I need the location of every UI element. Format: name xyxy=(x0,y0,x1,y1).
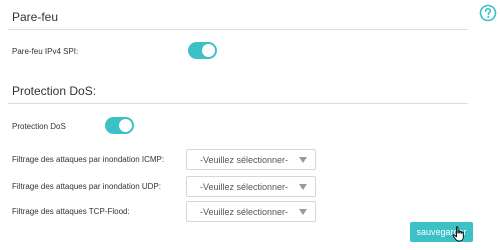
tcp-filter-select[interactable]: -Veuillez sélectionner- xyxy=(186,201,316,222)
udp-filter-label: Filtrage des attaques par inondation UDP… xyxy=(12,182,161,191)
dos-protection-toggle[interactable] xyxy=(105,117,134,134)
help-icon[interactable] xyxy=(479,4,497,22)
icmp-filter-label: Filtrage des attaques par inondation ICM… xyxy=(12,155,165,164)
spi-firewall-toggle[interactable] xyxy=(188,42,217,59)
icmp-filter-select[interactable]: -Veuillez sélectionner- xyxy=(186,149,316,170)
dos-section-title: Protection DoS: xyxy=(12,84,97,98)
chevron-down-icon xyxy=(299,157,307,163)
dos-protection-label: Protection DoS xyxy=(12,122,66,131)
chevron-down-icon xyxy=(299,209,307,215)
tcp-filter-value: -Veuillez sélectionner- xyxy=(200,207,289,217)
dos-divider xyxy=(8,103,468,104)
hand-pointer-icon xyxy=(452,226,464,242)
udp-filter-value: -Veuillez sélectionner- xyxy=(200,182,289,192)
tcp-filter-label: Filtrage des attaques TCP-Flood: xyxy=(12,207,130,216)
chevron-down-icon xyxy=(299,184,307,190)
toggle-knob xyxy=(119,119,132,132)
firewall-divider xyxy=(8,29,468,30)
firewall-section-title: Pare-feu xyxy=(12,10,59,24)
udp-filter-select[interactable]: -Veuillez sélectionner- xyxy=(186,176,316,197)
icmp-filter-value: -Veuillez sélectionner- xyxy=(200,155,289,165)
firewall-settings-page: Pare-feu Pare-feu IPv4 SPI: Protection D… xyxy=(0,0,500,250)
spi-firewall-label: Pare-feu IPv4 SPI: xyxy=(12,47,79,56)
toggle-knob xyxy=(202,44,215,57)
